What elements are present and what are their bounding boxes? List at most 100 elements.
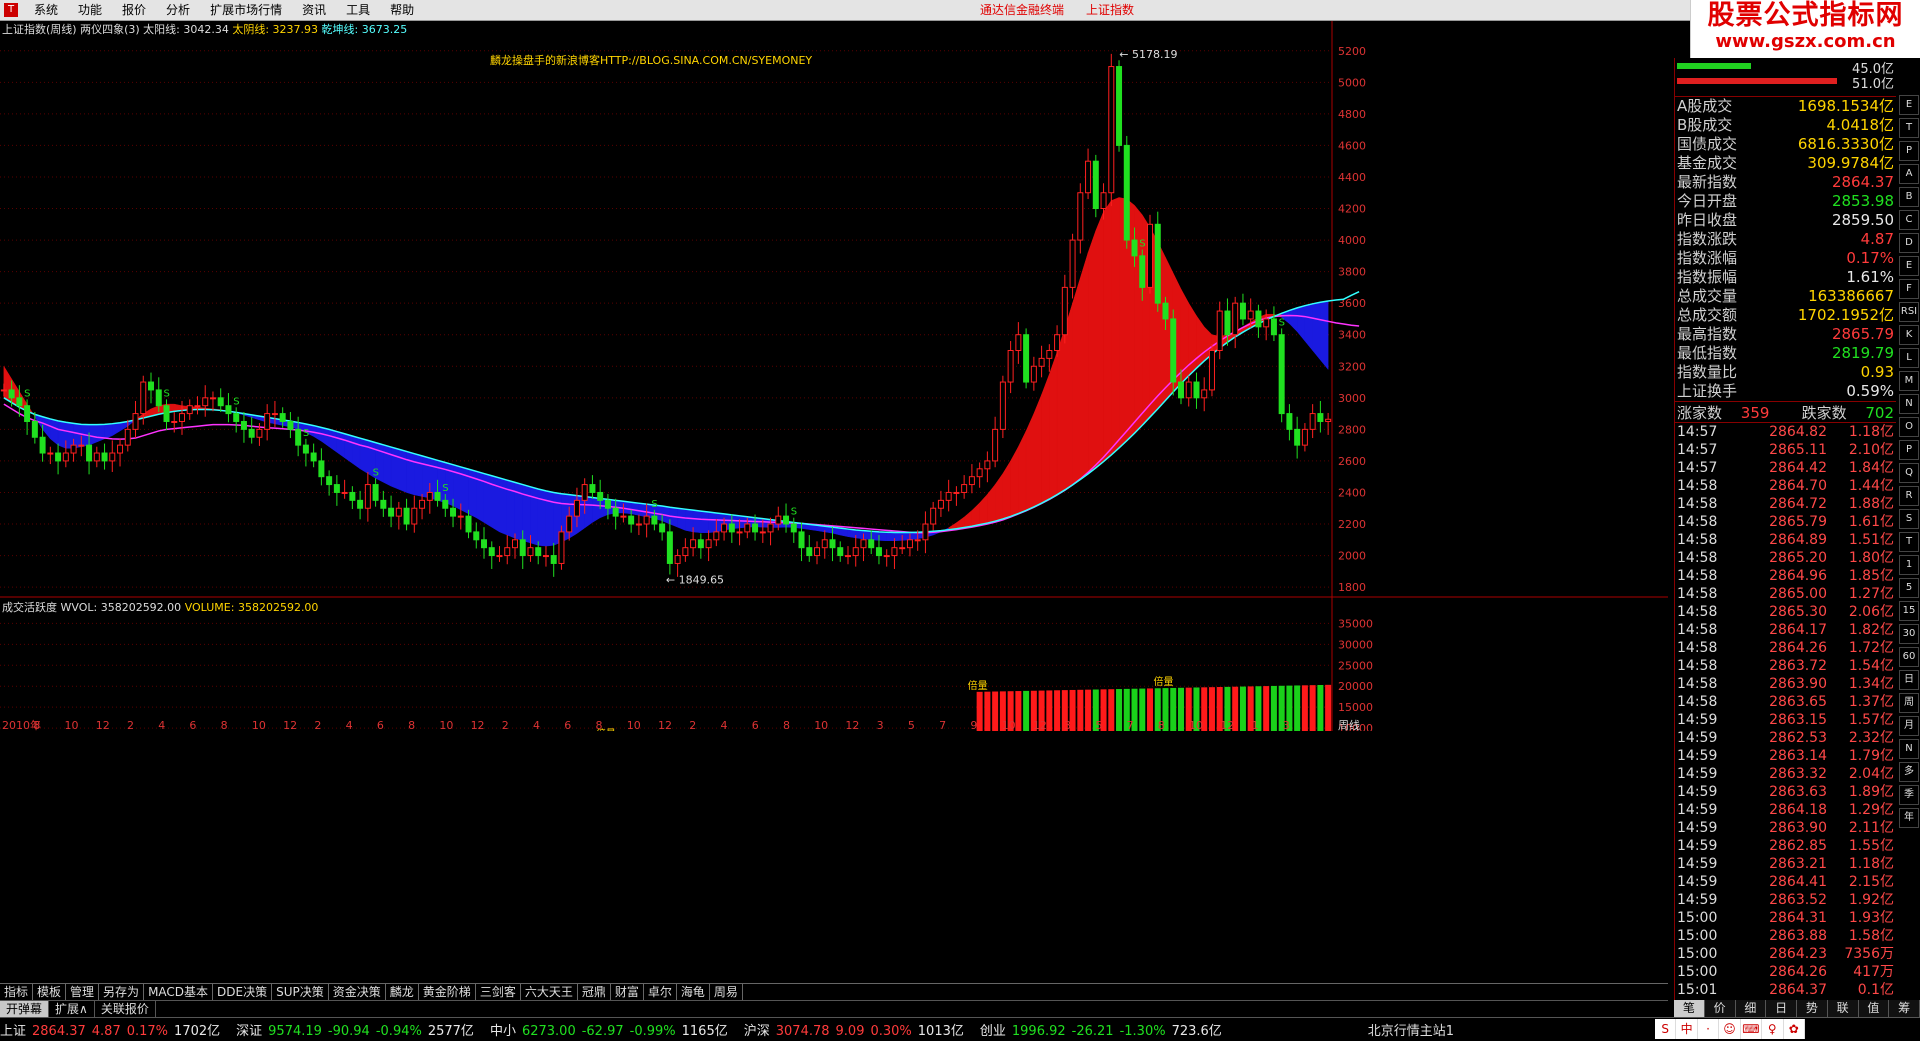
panel-tab-0[interactable]: 笔: [1674, 1000, 1705, 1017]
toolstrip-button-30[interactable]: 季: [1899, 785, 1919, 805]
tick-row: 15:00 2864.23 7356万: [1675, 945, 1896, 963]
indicator-tab-3[interactable]: 另存为: [99, 984, 145, 1000]
menu-item-analysis[interactable]: 分析: [156, 0, 200, 20]
toolstrip-button-21[interactable]: 5: [1899, 578, 1919, 598]
indicator-tab-9[interactable]: 黄金阶梯: [419, 984, 476, 1000]
candle-body: [248, 428, 255, 438]
ime-button-3[interactable]: ☺: [1719, 1019, 1741, 1039]
ime-button-1[interactable]: 中: [1676, 1019, 1698, 1039]
indicator-tab-8[interactable]: 麟龙: [386, 984, 419, 1000]
panel-tab-3[interactable]: 日: [1766, 1000, 1797, 1017]
panel-tab-7[interactable]: 筹: [1889, 1000, 1920, 1017]
status-index-3[interactable]: 沪深 3074.78 9.09 0.30% 1013亿: [744, 1020, 970, 1039]
tick-amount: 1.27亿: [1848, 586, 1894, 602]
indicator-tab-0[interactable]: 指标: [0, 984, 34, 1000]
toolstrip-button-8[interactable]: F: [1899, 279, 1919, 299]
toolstrip-button-5[interactable]: C: [1899, 210, 1919, 230]
toolstrip-button-22[interactable]: 15: [1899, 601, 1919, 621]
x-tick-label: 7: [1127, 719, 1134, 731]
panel-tab-4[interactable]: 势: [1797, 1000, 1828, 1017]
stat-row: 昨日收盘 2859.50: [1675, 211, 1896, 230]
toolstrip-button-9[interactable]: RSI: [1899, 302, 1919, 322]
menu-item-function[interactable]: 功能: [68, 0, 112, 20]
stat-value: 2819.79: [1831, 344, 1894, 362]
toolstrip-button-11[interactable]: L: [1899, 348, 1919, 368]
toolstrip-button-13[interactable]: N: [1899, 394, 1919, 414]
toolstrip-button-19[interactable]: T: [1899, 532, 1919, 552]
toolstrip-button-27[interactable]: 月: [1899, 716, 1919, 736]
header-part-6: 乾坤线:: [318, 22, 358, 36]
toolstrip-button-1[interactable]: T: [1899, 118, 1919, 138]
toolstrip-button-20[interactable]: 1: [1899, 555, 1919, 575]
toolstrip-button-26[interactable]: 周: [1899, 693, 1919, 713]
tick-row: 14:57 2865.11 2.10亿: [1675, 441, 1896, 459]
menu-item-system[interactable]: 系统: [24, 0, 68, 20]
toolstrip-button-3[interactable]: A: [1899, 164, 1919, 184]
volume-bar: [1085, 689, 1092, 731]
panel-tab-2[interactable]: 细: [1736, 1000, 1767, 1017]
menu-item-tools[interactable]: 工具: [336, 0, 380, 20]
toolstrip-button-29[interactable]: 多: [1899, 762, 1919, 782]
toolstrip-button-4[interactable]: B: [1899, 187, 1919, 207]
panel-tab-1[interactable]: 价: [1705, 1000, 1736, 1017]
toolstrip-button-28[interactable]: N: [1899, 739, 1919, 759]
toolstrip-button-31[interactable]: 年: [1899, 808, 1919, 828]
indicator-tab-7[interactable]: 资金决策: [329, 984, 386, 1000]
indicator-tab-12[interactable]: 冠鼎: [578, 984, 611, 1000]
menu-item-news[interactable]: 资讯: [292, 0, 336, 20]
indicator-tab-14[interactable]: 卓尔: [644, 984, 677, 1000]
candle-body: [1116, 66, 1123, 146]
candle-body: [419, 499, 426, 509]
stat-value: 1.61%: [1846, 268, 1894, 286]
toolstrip-button-6[interactable]: D: [1899, 233, 1919, 253]
ime-button-0[interactable]: S: [1655, 1019, 1677, 1039]
tick-list[interactable]: 14:57 2864.82 1.18亿 14:57 2865.11 2.10亿 14:57 2…: [1675, 423, 1896, 999]
toolstrip-button-14[interactable]: O: [1899, 417, 1919, 437]
toolstrip-button-23[interactable]: 30: [1899, 624, 1919, 644]
ime-button-4[interactable]: ⌨: [1741, 1019, 1763, 1039]
toolstrip-button-10[interactable]: K: [1899, 325, 1919, 345]
toolstrip-button-7[interactable]: E: [1899, 256, 1919, 276]
toolstrip-button-2[interactable]: P: [1899, 141, 1919, 161]
indicator-tab-6[interactable]: SUP决策: [272, 984, 329, 1000]
indicator-tab-13[interactable]: 财富: [611, 984, 644, 1000]
kline-chart[interactable]: 1800200022002400260028003000320034003600…: [0, 21, 1668, 731]
indicator-tab-2[interactable]: 管理: [66, 984, 100, 1000]
ime-toolbar[interactable]: S 中 · ☺ ⌨ ♀ ✿: [1655, 1019, 1805, 1039]
x-tick-label: 10: [1189, 719, 1203, 731]
indicator-tab-16[interactable]: 周易: [710, 984, 743, 1000]
status-index-0[interactable]: 上证 2864.37 4.87 0.17% 1702亿: [0, 1020, 226, 1039]
menu-item-quote[interactable]: 报价: [112, 0, 156, 20]
toolstrip-button-15[interactable]: P: [1899, 440, 1919, 460]
tick-row: 14:58 2864.26 1.72亿: [1675, 639, 1896, 657]
bottom-tab-0[interactable]: 开弹幕: [0, 1001, 50, 1017]
toolstrip-button-0[interactable]: E: [1899, 95, 1919, 115]
indicator-tab-11[interactable]: 六大天王: [521, 984, 578, 1000]
toolstrip-button-24[interactable]: 60: [1899, 647, 1919, 667]
ime-button-5[interactable]: ♀: [1762, 1019, 1784, 1039]
status-index-2[interactable]: 中小 6273.00 -62.97 -0.99% 1165亿: [490, 1020, 734, 1039]
status-index-4[interactable]: 创业 1996.92 -26.21 -1.30% 723.6亿: [980, 1020, 1228, 1039]
menu-item-ext-market[interactable]: 扩展市场行情: [200, 0, 292, 20]
status-index-1[interactable]: 深证 9574.19 -90.94 -0.94% 2577亿: [236, 1020, 480, 1039]
toolstrip-button-16[interactable]: Q: [1899, 463, 1919, 483]
menu-item-help[interactable]: 帮助: [380, 0, 424, 20]
indicator-tab-15[interactable]: 海龟: [677, 984, 710, 1000]
stat-value: 2864.37: [1831, 173, 1894, 191]
panel-tab-5[interactable]: 联: [1828, 1000, 1859, 1017]
candle-body: [628, 515, 635, 525]
ime-button-2[interactable]: ·: [1698, 1019, 1720, 1039]
indicator-tab-10[interactable]: 三剑客: [476, 984, 521, 1000]
ime-button-6[interactable]: ✿: [1784, 1019, 1805, 1039]
toolstrip-button-17[interactable]: R: [1899, 486, 1919, 506]
bottom-tab-2[interactable]: 关联报价: [95, 1001, 156, 1017]
indicator-tab-1[interactable]: 模板: [33, 984, 67, 1000]
bottom-tab-1[interactable]: 扩展∧: [49, 1001, 95, 1017]
panel-tab-6[interactable]: 值: [1859, 1000, 1890, 1017]
toolstrip-button-25[interactable]: 日: [1899, 670, 1919, 690]
indicator-tab-5[interactable]: DDE决策: [213, 984, 273, 1000]
toolstrip-button-12[interactable]: M: [1899, 371, 1919, 391]
indicator-tab-4[interactable]: MACD基本: [144, 984, 214, 1000]
vol-title: 成交活跃度: [2, 600, 61, 614]
toolstrip-button-18[interactable]: S: [1899, 509, 1919, 529]
